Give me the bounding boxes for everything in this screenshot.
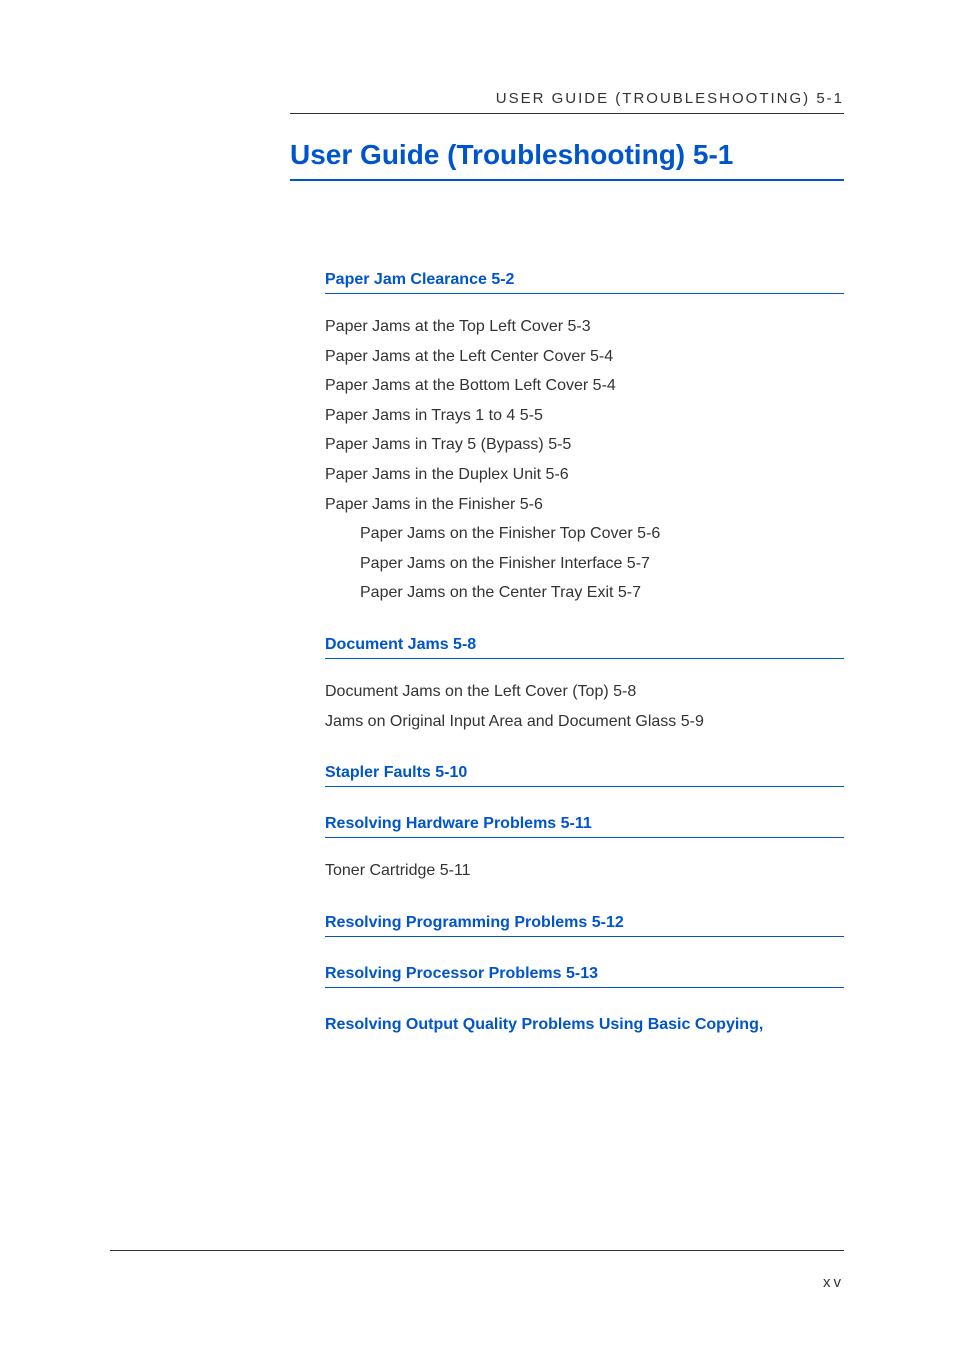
section-heading-programming[interactable]: Resolving Programming Problems 5-12 [325, 914, 844, 937]
page-number: xv [823, 1274, 844, 1291]
toc-item[interactable]: Toner Cartridge 5-11 [325, 856, 844, 886]
toc-content: Paper Jam Clearance 5-2 Paper Jams at th… [325, 271, 844, 1038]
section-heading-output-quality[interactable]: Resolving Output Quality Problems Using … [325, 1016, 844, 1038]
section-heading-document-jams[interactable]: Document Jams 5-8 [325, 636, 844, 659]
section-heading-stapler-faults[interactable]: Stapler Faults 5-10 [325, 764, 844, 787]
toc-item[interactable]: Paper Jams at the Left Center Cover 5-4 [325, 342, 844, 372]
toc-item[interactable]: Paper Jams at the Bottom Left Cover 5-4 [325, 371, 844, 401]
toc-item[interactable]: Jams on Original Input Area and Document… [325, 707, 844, 737]
toc-item[interactable]: Document Jams on the Left Cover (Top) 5-… [325, 677, 844, 707]
toc-item[interactable]: Paper Jams in Trays 1 to 4 5-5 [325, 401, 844, 431]
section-heading-paper-jam[interactable]: Paper Jam Clearance 5-2 [325, 271, 844, 294]
toc-item[interactable]: Paper Jams in Tray 5 (Bypass) 5-5 [325, 430, 844, 460]
page-title: User Guide (Troubleshooting) 5-1 [290, 139, 844, 181]
toc-subitem[interactable]: Paper Jams on the Finisher Interface 5-7 [360, 549, 844, 579]
section-heading-hardware[interactable]: Resolving Hardware Problems 5-11 [325, 815, 844, 838]
toc-item[interactable]: Paper Jams in the Duplex Unit 5-6 [325, 460, 844, 490]
toc-subitem[interactable]: Paper Jams on the Finisher Top Cover 5-6 [360, 519, 844, 549]
toc-item[interactable]: Paper Jams in the Finisher 5-6 [325, 490, 844, 520]
footer-divider [110, 1250, 844, 1251]
toc-subitem[interactable]: Paper Jams on the Center Tray Exit 5-7 [360, 578, 844, 608]
toc-item[interactable]: Paper Jams at the Top Left Cover 5-3 [325, 312, 844, 342]
section-heading-processor[interactable]: Resolving Processor Problems 5-13 [325, 965, 844, 988]
running-header: USER GUIDE (TROUBLESHOOTING) 5-1 [290, 90, 844, 114]
